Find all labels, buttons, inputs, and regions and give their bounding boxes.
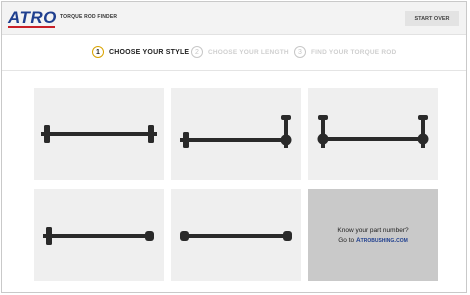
logo-text: ATRO	[8, 8, 57, 27]
info-go-to: Go to Atrobushing.com	[338, 237, 408, 244]
style-tile-5[interactable]	[171, 189, 301, 281]
atrobushing-link[interactable]: Atrobushing.com	[356, 237, 408, 244]
style-tile-4[interactable]	[34, 189, 164, 281]
app-window: ATRO TORQUE ROD FINDER START OVER 1 CHOO…	[1, 1, 467, 293]
app-title-bold: FINDER	[97, 14, 118, 20]
start-over-button[interactable]: START OVER	[405, 11, 459, 26]
step-indicator: 1 CHOOSE YOUR STYLE 2 CHOOSE YOUR LENGTH…	[2, 35, 466, 71]
style-tile-1[interactable]	[34, 88, 164, 180]
step-3-label: FIND YOUR TORQUE ROD	[311, 48, 397, 56]
info-go-to-prefix: Go to	[338, 236, 355, 244]
atro-logo[interactable]: ATRO	[8, 8, 57, 29]
step-2-number: 2	[191, 46, 203, 58]
app-title: TORQUE ROD FINDER	[60, 14, 117, 20]
torque-rod-style-4-icon	[43, 227, 154, 245]
top-bar: ATRO TORQUE ROD FINDER START OVER	[2, 2, 466, 35]
step-1[interactable]: 1 CHOOSE YOUR STYLE	[92, 46, 189, 58]
style-tile-3[interactable]	[308, 88, 438, 180]
logo-underline	[8, 26, 55, 28]
step-1-label: CHOOSE YOUR STYLE	[109, 48, 190, 56]
step-2-label: CHOOSE YOUR LENGTH	[208, 48, 289, 56]
step-3-number: 3	[294, 46, 306, 58]
torque-rod-style-1-icon	[41, 125, 157, 143]
torque-rod-style-5-icon	[180, 231, 292, 241]
torque-rod-style-2-icon	[180, 115, 292, 148]
torque-rod-style-3-icon	[317, 115, 429, 148]
style-tile-2[interactable]	[171, 88, 301, 180]
step-2: 2 CHOOSE YOUR LENGTH	[191, 46, 289, 58]
part-number-info-tile[interactable]: Know your part number? Go to Atrobushing…	[308, 189, 438, 281]
info-question: Know your part number?	[337, 226, 409, 234]
app-title-prefix: TORQUE ROD	[60, 14, 96, 20]
step-3: 3 FIND YOUR TORQUE ROD	[294, 46, 396, 58]
step-1-number: 1	[92, 46, 104, 58]
